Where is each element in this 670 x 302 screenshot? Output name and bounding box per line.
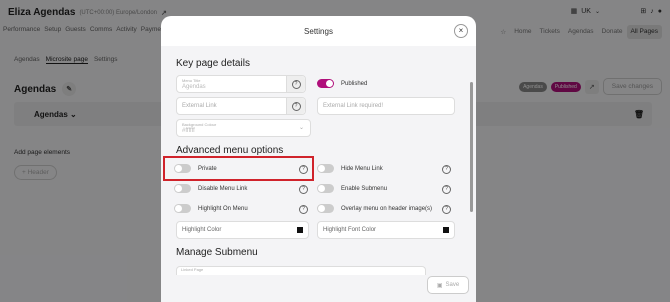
overlay-menu-label: Overlay menu on header image(s)	[341, 205, 433, 212]
highlight-on-menu-label: Highlight On Menu	[198, 205, 248, 212]
published-label: Published	[341, 80, 368, 87]
scrollbar[interactable]	[470, 82, 473, 212]
advanced-heading: Advanced menu options	[176, 145, 284, 156]
menu-title-field[interactable]: Menu Title Agendas ?	[176, 75, 306, 93]
external-link-required-input[interactable]: External Link required!	[317, 97, 455, 115]
published-toggle[interactable]	[317, 79, 334, 88]
modal-title: Settings	[304, 26, 333, 36]
external-link-placeholder: External Link	[182, 103, 217, 109]
menu-title-label: Menu Title	[182, 78, 201, 83]
private-highlight-annotation	[163, 156, 314, 181]
bg-colour-field[interactable]: Background Colour #ffffff ⌄	[176, 119, 311, 137]
highlight-color-label: Highlight Color	[182, 227, 222, 233]
enable-submenu-label: Enable Submenu	[341, 185, 388, 192]
highlight-on-menu-row[interactable]: Highlight On Menu	[174, 204, 248, 213]
published-toggle-row[interactable]: Published	[317, 79, 367, 88]
disable-menu-link-toggle[interactable]	[174, 184, 191, 193]
disable-menu-link-row[interactable]: Disable Menu Link	[174, 184, 247, 193]
highlight-on-menu-toggle[interactable]	[174, 204, 191, 213]
highlight-color-field[interactable]: Highlight Color	[176, 221, 309, 239]
bg-colour-label: Background Colour	[182, 122, 217, 127]
help-icon[interactable]: ?	[442, 165, 451, 174]
chevron-down-icon: ⌄	[298, 125, 304, 131]
submenu-field[interactable]: Linked Page	[176, 266, 426, 275]
menu-title-value: Agendas	[182, 84, 206, 90]
color-swatch[interactable]	[443, 227, 449, 233]
help-icon[interactable]: ?	[299, 205, 308, 214]
help-icon[interactable]: ?	[286, 76, 305, 92]
help-icon[interactable]: ?	[286, 98, 305, 114]
disable-menu-link-label: Disable Menu Link	[198, 185, 248, 192]
overlay-menu-row[interactable]: Overlay menu on header image(s)	[317, 204, 432, 213]
enable-submenu-row[interactable]: Enable Submenu	[317, 184, 387, 193]
save-icon: ▣	[436, 282, 443, 289]
enable-submenu-toggle[interactable]	[317, 184, 334, 193]
save-button[interactable]: ▣ Save	[427, 276, 469, 294]
help-icon[interactable]: ?	[442, 205, 451, 214]
close-icon[interactable]: ×	[454, 24, 468, 38]
highlight-font-color-label: Highlight Font Color	[323, 227, 377, 233]
key-details-heading: Key page details	[176, 58, 250, 69]
external-link-required: External Link required!	[323, 103, 384, 109]
hide-menu-link-label: Hide Menu Link	[341, 165, 383, 172]
help-icon[interactable]: ?	[442, 185, 451, 194]
help-icon[interactable]: ?	[299, 185, 308, 194]
hide-menu-link-toggle[interactable]	[317, 164, 334, 173]
highlight-font-color-field[interactable]: Highlight Font Color	[317, 221, 455, 239]
color-swatch[interactable]	[297, 227, 303, 233]
modal-header: Settings ×	[161, 16, 476, 47]
save-label: Save	[445, 282, 460, 288]
bg-colour-value: #ffffff	[182, 128, 195, 134]
hide-menu-link-row[interactable]: Hide Menu Link	[317, 164, 383, 173]
submenu-field-label: Linked Page	[181, 267, 204, 272]
external-link-input[interactable]: External Link ?	[176, 97, 306, 115]
overlay-menu-toggle[interactable]	[317, 204, 334, 213]
manage-submenu-heading: Manage Submenu	[176, 247, 258, 258]
